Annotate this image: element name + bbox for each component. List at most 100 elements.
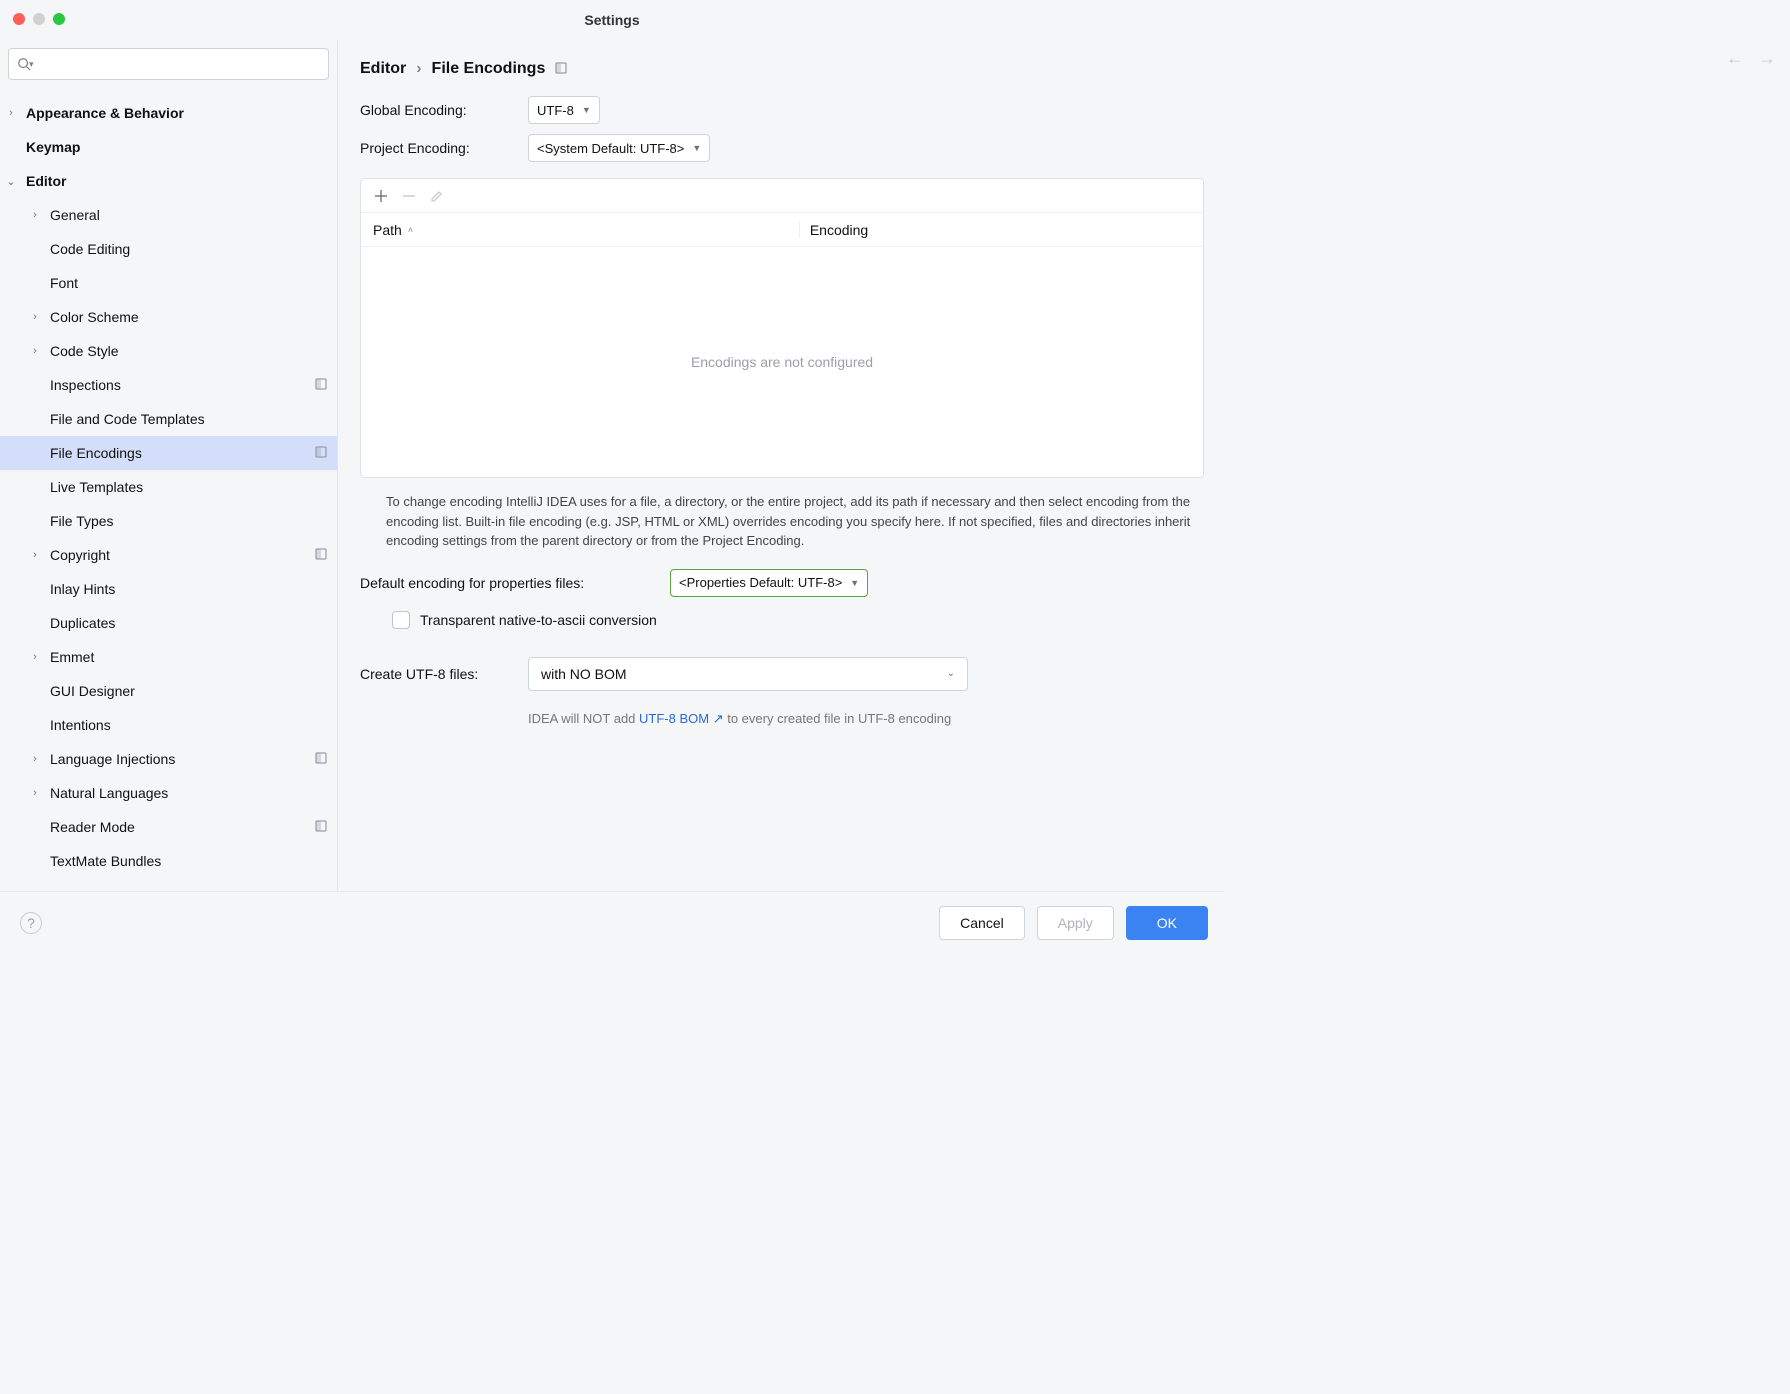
sidebar-item-inspections[interactable]: Inspections xyxy=(0,368,337,402)
ok-button[interactable]: OK xyxy=(1126,906,1208,940)
sidebar-item-label: File Encodings xyxy=(50,445,315,461)
sidebar-item-textmate-bundles[interactable]: TextMate Bundles xyxy=(0,844,337,878)
sidebar: ▾ ›Appearance & BehaviorKeymap⌄Editor›Ge… xyxy=(0,40,338,891)
sidebar-item-label: File and Code Templates xyxy=(50,411,329,427)
apply-button: Apply xyxy=(1037,906,1114,940)
bom-mode-dropdown[interactable]: with NO BOM⌄ xyxy=(528,657,968,691)
project-scope-badge-icon xyxy=(315,445,329,461)
window-title: Settings xyxy=(584,12,639,28)
expand-arrow-icon: › xyxy=(28,753,42,765)
close-window-button[interactable] xyxy=(13,13,25,25)
sidebar-item-label: Appearance & Behavior xyxy=(26,105,329,121)
expand-arrow-icon: › xyxy=(28,209,42,221)
global-encoding-dropdown[interactable]: UTF-8▼ xyxy=(528,96,600,124)
sidebar-item-natural-languages[interactable]: › Natural Languages xyxy=(0,776,337,810)
help-button[interactable]: ? xyxy=(20,912,42,934)
chevron-down-icon: ▼ xyxy=(692,143,701,153)
cancel-button[interactable]: Cancel xyxy=(939,906,1025,940)
project-encoding-dropdown[interactable]: <System Default: UTF-8>▼ xyxy=(528,134,710,162)
project-encoding-label: Project Encoding: xyxy=(360,140,528,156)
sidebar-item-label: Natural Languages xyxy=(50,785,329,801)
search-history-chevron-icon[interactable]: ▾ xyxy=(29,59,34,70)
sidebar-item-inlay-hints[interactable]: Inlay Hints xyxy=(0,572,337,606)
sidebar-item-code-style[interactable]: › Code Style xyxy=(0,334,337,368)
sidebar-item-file-types[interactable]: File Types xyxy=(0,504,337,538)
sort-ascending-icon: ˄ xyxy=(408,225,413,235)
encoding-description-text: To change encoding IntelliJ IDEA uses fo… xyxy=(386,492,1204,551)
sidebar-item-copyright[interactable]: › Copyright xyxy=(0,538,337,572)
sidebar-item-editor[interactable]: ⌄ Editor xyxy=(0,164,337,198)
sidebar-item-duplicates[interactable]: Duplicates xyxy=(0,606,337,640)
sidebar-item-label: Editor xyxy=(26,173,329,189)
sidebar-item-file-and-code-templates[interactable]: File and Code Templates xyxy=(0,402,337,436)
project-scope-badge-icon xyxy=(555,62,567,77)
breadcrumb-file-encodings: File Encodings xyxy=(432,60,546,78)
encodings-table: Path˄ Encoding Encodings are not configu… xyxy=(360,178,1204,478)
properties-files-encoding-dropdown[interactable]: <Properties Default: UTF-8>▼ xyxy=(670,569,868,597)
encoding-column-header[interactable]: Encoding xyxy=(799,222,1203,238)
sidebar-item-label: Color Scheme xyxy=(50,309,329,325)
sidebar-item-label: Intentions xyxy=(50,717,329,733)
chevron-right-icon: › xyxy=(416,60,421,78)
add-button[interactable] xyxy=(371,186,391,206)
properties-files-encoding-label: Default encoding for properties files: xyxy=(360,575,670,591)
sidebar-item-color-scheme[interactable]: › Color Scheme xyxy=(0,300,337,334)
breadcrumb-editor[interactable]: Editor xyxy=(360,60,406,78)
minimize-window-button[interactable] xyxy=(33,13,45,25)
sidebar-item-emmet[interactable]: › Emmet xyxy=(0,640,337,674)
maximize-window-button[interactable] xyxy=(53,13,65,25)
sidebar-item-general[interactable]: › General xyxy=(0,198,337,232)
sidebar-item-font[interactable]: Font xyxy=(0,266,337,300)
sidebar-item-label: Emmet xyxy=(50,649,329,665)
expand-arrow-icon: › xyxy=(28,787,42,799)
edit-button xyxy=(427,186,447,206)
sidebar-item-label: Reader Mode xyxy=(50,819,315,835)
sidebar-item-label: Keymap xyxy=(26,139,329,155)
search-input[interactable]: ▾ xyxy=(8,48,329,80)
project-scope-badge-icon xyxy=(315,547,329,563)
sidebar-item-label: Code Style xyxy=(50,343,329,359)
sidebar-item-label: TextMate Bundles xyxy=(50,853,329,869)
expand-arrow-icon: › xyxy=(28,549,42,561)
utf8-bom-link[interactable]: UTF-8 BOM ↗ xyxy=(639,711,724,726)
main-panel: ← → Editor › File Encodings Global Encod… xyxy=(338,40,1224,891)
project-scope-badge-icon xyxy=(315,751,329,767)
project-scope-badge-icon xyxy=(315,819,329,835)
sidebar-item-label: General xyxy=(50,207,329,223)
create-utf8-files-label: Create UTF-8 files: xyxy=(360,666,528,682)
sidebar-item-live-templates[interactable]: Live Templates xyxy=(0,470,337,504)
chevron-down-icon: ⌄ xyxy=(947,668,955,679)
project-scope-badge-icon xyxy=(315,377,329,393)
native-to-ascii-label: Transparent native-to-ascii conversion xyxy=(420,612,657,628)
sidebar-item-language-injections[interactable]: › Language Injections xyxy=(0,742,337,776)
sidebar-item-intentions[interactable]: Intentions xyxy=(0,708,337,742)
path-column-header[interactable]: Path xyxy=(373,222,402,238)
sidebar-item-label: Code Editing xyxy=(50,241,329,257)
sidebar-item-file-encodings[interactable]: File Encodings xyxy=(0,436,337,470)
native-to-ascii-checkbox[interactable] xyxy=(392,611,410,629)
dialog-footer: ? Cancel Apply OK xyxy=(0,891,1224,953)
sidebar-item-label: Language Injections xyxy=(50,751,315,767)
sidebar-item-label: Live Templates xyxy=(50,479,329,495)
sidebar-item-label: Copyright xyxy=(50,547,315,563)
sidebar-item-keymap[interactable]: Keymap xyxy=(0,130,337,164)
sidebar-item-appearance-behavior[interactable]: ›Appearance & Behavior xyxy=(0,96,337,130)
sidebar-item-label: GUI Designer xyxy=(50,683,329,699)
expand-arrow-icon: › xyxy=(28,345,42,357)
sidebar-item-label: Font xyxy=(50,275,329,291)
chevron-down-icon: ▼ xyxy=(850,578,859,588)
sidebar-item-label: Inlay Hints xyxy=(50,581,329,597)
settings-tree[interactable]: ›Appearance & BehaviorKeymap⌄Editor›Gene… xyxy=(0,86,337,891)
sidebar-item-label: Duplicates xyxy=(50,615,329,631)
sidebar-item-label: Inspections xyxy=(50,377,315,393)
expand-arrow-icon: › xyxy=(28,311,42,323)
titlebar: Settings xyxy=(0,0,1224,40)
sidebar-item-label: File Types xyxy=(50,513,329,529)
sidebar-item-gui-designer[interactable]: GUI Designer xyxy=(0,674,337,708)
remove-button xyxy=(399,186,419,206)
expand-arrow-icon: › xyxy=(28,651,42,663)
chevron-down-icon: ▼ xyxy=(582,105,591,115)
expand-arrow-icon: ⌄ xyxy=(4,175,18,188)
sidebar-item-code-editing[interactable]: Code Editing xyxy=(0,232,337,266)
sidebar-item-reader-mode[interactable]: Reader Mode xyxy=(0,810,337,844)
